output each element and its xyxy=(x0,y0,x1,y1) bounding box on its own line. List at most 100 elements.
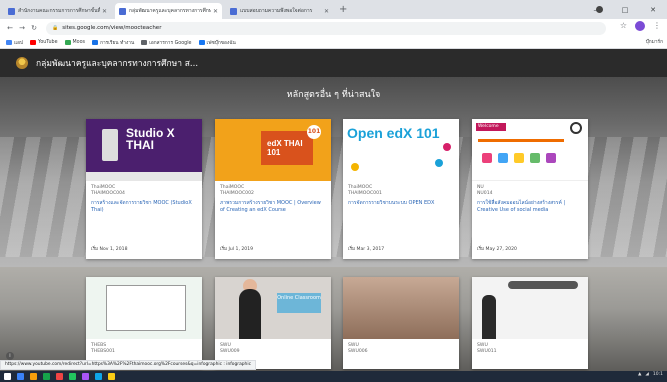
new-tab-button[interactable]: + xyxy=(339,3,347,19)
network-icon[interactable]: ▲ xyxy=(638,372,641,377)
menu-kebab-icon[interactable]: ⋮ xyxy=(653,21,661,31)
youtube-icon xyxy=(30,40,37,45)
other-bookmarks[interactable]: บุ๊กมาร์ก xyxy=(646,38,663,46)
thumbnail-text: Studio X THAI xyxy=(126,126,175,152)
bookmark-moos[interactable]: Moos xyxy=(64,40,85,45)
bookmarks-bar: แอป YouTube Moos การเรียน ทำงาน เอกสารกา… xyxy=(0,37,667,49)
course-card[interactable]: SWU SWU011 xyxy=(472,277,588,369)
maximize-button[interactable]: □ xyxy=(611,6,639,14)
presenter-body xyxy=(482,295,496,339)
more-courses-section: THEBS THEBS001 Online Classroom SWU SWU0… xyxy=(0,267,667,371)
profile-avatar[interactable] xyxy=(635,21,645,31)
clock[interactable]: 10:1 xyxy=(653,372,663,377)
course-thumbnail[interactable]: Open edX 101 xyxy=(343,119,459,181)
app-icon[interactable] xyxy=(95,373,102,380)
course-title-link[interactable]: การจัดการรายวิชาบนระบบ OPEN EDX xyxy=(348,200,454,207)
course-card[interactable]: Online Classroom SWU SWU009 xyxy=(215,277,331,369)
course-code: SWU006 xyxy=(348,349,368,354)
reload-icon[interactable]: ↻ xyxy=(28,24,40,32)
close-tab-icon[interactable]: ✕ xyxy=(324,8,329,15)
course-code: THAIMOOC002 xyxy=(220,191,254,196)
explorer-icon[interactable] xyxy=(43,373,50,380)
course-title-link[interactable]: การสร้างและจัดการรายวิชา MOOC (StudioX T… xyxy=(91,200,197,214)
course-code: NU014 xyxy=(477,191,493,196)
course-thumbnail[interactable]: Welcome xyxy=(472,119,588,181)
course-code: THEBS001 xyxy=(91,349,115,354)
bookmark-star-icon[interactable]: ☆ xyxy=(620,21,627,31)
tab-strip: สำนักงานคณะกรรมการการศึกษาขั้นพื้นฐาน ✕ … xyxy=(0,0,667,19)
address-url: sites.google.com/view/moocteacher xyxy=(62,25,162,31)
facebook-icon xyxy=(198,40,205,45)
browser-tab-3[interactable]: แบบสอบถามความพึงพอใจต่อการ ✕ xyxy=(226,3,333,19)
thumbnail-text: Welcome xyxy=(476,123,506,131)
back-arrow-icon[interactable]: ← xyxy=(4,24,16,32)
bookmark-favicon-icon xyxy=(64,40,71,45)
bookmark-facebook[interactable]: เฟซบุ๊กของฉัน xyxy=(198,39,236,47)
bookmark-google-docs[interactable]: เอกสารการ Google xyxy=(141,39,192,47)
phone-graphic xyxy=(102,129,118,161)
address-bar[interactable]: 🔒 sites.google.com/view/moocteacher xyxy=(46,21,606,35)
social-icon xyxy=(482,153,492,163)
site-logo-icon[interactable] xyxy=(16,57,28,69)
course-code: SWU011 xyxy=(477,349,497,354)
social-icon xyxy=(546,153,556,163)
app-icon[interactable] xyxy=(108,373,115,380)
course-card[interactable]: edX THAI 101 101 ThaiMOOC THAIMOOC002 ภา… xyxy=(215,119,331,259)
course-card-body: SWU SWU011 xyxy=(472,339,588,369)
thumbnail-text: Online Classroom xyxy=(277,293,321,313)
bookmark-apps[interactable]: แอป xyxy=(6,39,23,47)
task-view-icon[interactable] xyxy=(30,373,37,380)
status-url-bar: https://www.youtube.com/redirect?url=htt… xyxy=(0,360,256,370)
browser-tab-2[interactable]: กลุ่มพัฒนาครูและบุคลากรทางการศึกษา ✕ xyxy=(115,3,222,19)
thumbnail-text: edX THAI 101 xyxy=(267,139,303,157)
infographic-graphic xyxy=(106,285,186,331)
course-title-link[interactable]: การใช้สื่อสังคมออนไลน์อย่างสร้างสรรค์ | … xyxy=(477,200,583,214)
course-thumbnail[interactable]: Online Classroom xyxy=(215,277,331,339)
close-tab-icon[interactable]: ✕ xyxy=(102,8,107,15)
bookmark-learning[interactable]: การเรียน ทำงาน xyxy=(92,39,134,47)
google-icon xyxy=(141,40,148,45)
close-window-button[interactable]: ✕ xyxy=(639,6,667,14)
course-card[interactable]: Studio X THAI ThaiMOOC THAIMOOC004 การสร… xyxy=(86,119,202,259)
app-icon[interactable] xyxy=(69,373,76,380)
chrome-icon[interactable] xyxy=(56,373,63,380)
app-icon[interactable] xyxy=(82,373,89,380)
course-card-body: ThaiMOOC THAIMOOC004 การสร้างและจัดการรา… xyxy=(86,181,202,259)
site-title[interactable]: กลุ่มพัฒนาครูและบุคลากรทางการศึกษา ส... xyxy=(36,56,198,70)
decor-dot xyxy=(435,159,443,167)
thumbnail-text: Open edX 101 xyxy=(347,125,440,141)
course-card[interactable]: Open edX 101 ThaiMOOC THAIMOOC001 การจัด… xyxy=(343,119,459,259)
apps-icon xyxy=(6,40,12,45)
tab-favicon-icon xyxy=(119,7,126,15)
decor-dot xyxy=(351,163,359,171)
web-page: กลุ่มพัฒนาครูและบุคลากรทางการศึกษา ส... … xyxy=(0,49,667,371)
tab-title: สำนักงานคณะกรรมการการศึกษาขั้นพื้นฐาน xyxy=(18,8,100,14)
browser-tab-1[interactable]: สำนักงานคณะกรรมการการศึกษาขั้นพื้นฐาน ✕ xyxy=(4,3,111,19)
thumbnail-strip xyxy=(86,172,202,181)
info-icon[interactable]: i xyxy=(6,352,14,360)
course-start-date: เริ่ม Nov 1, 2018 xyxy=(91,247,128,252)
tab-title: กลุ่มพัฒนาครูและบุคลากรทางการศึกษา xyxy=(129,8,211,14)
course-thumbnail[interactable]: edX THAI 101 101 xyxy=(215,119,331,181)
course-thumbnail[interactable] xyxy=(343,277,459,339)
course-thumbnail[interactable]: Studio X THAI xyxy=(86,119,202,181)
course-thumbnail[interactable] xyxy=(86,277,202,339)
course-thumbnail[interactable] xyxy=(472,277,588,339)
course-code: THAIMOOC004 xyxy=(91,191,125,196)
search-icon[interactable] xyxy=(17,373,24,380)
course-card[interactable]: Welcome NU NU014 การใช้สื่อสังคมออนไลน์อ… xyxy=(472,119,588,259)
course-card-body: ThaiMOOC THAIMOOC002 ภาพรวมการสร้างรายวิ… xyxy=(215,181,331,259)
close-tab-icon[interactable]: ✕ xyxy=(213,8,218,15)
course-code: SWU009 xyxy=(220,349,240,354)
course-start-date: เริ่ม Mar 3, 2017 xyxy=(348,247,385,252)
bookmark-youtube[interactable]: YouTube xyxy=(30,40,58,45)
course-title-link[interactable]: ภาพรวมการสร้างรายวิชา MOOC | Overview of… xyxy=(220,200,326,214)
course-card[interactable]: SWU SWU006 xyxy=(343,277,459,369)
volume-icon[interactable]: ◢ xyxy=(645,372,648,377)
windows-start-icon[interactable] xyxy=(4,373,11,380)
minimize-button[interactable]: — xyxy=(583,6,611,14)
forward-arrow-icon[interactable]: → xyxy=(16,24,28,32)
course-card[interactable]: THEBS THEBS001 xyxy=(86,277,202,369)
lock-icon[interactable]: 🔒 xyxy=(52,25,58,31)
title-bar-graphic xyxy=(478,139,564,142)
